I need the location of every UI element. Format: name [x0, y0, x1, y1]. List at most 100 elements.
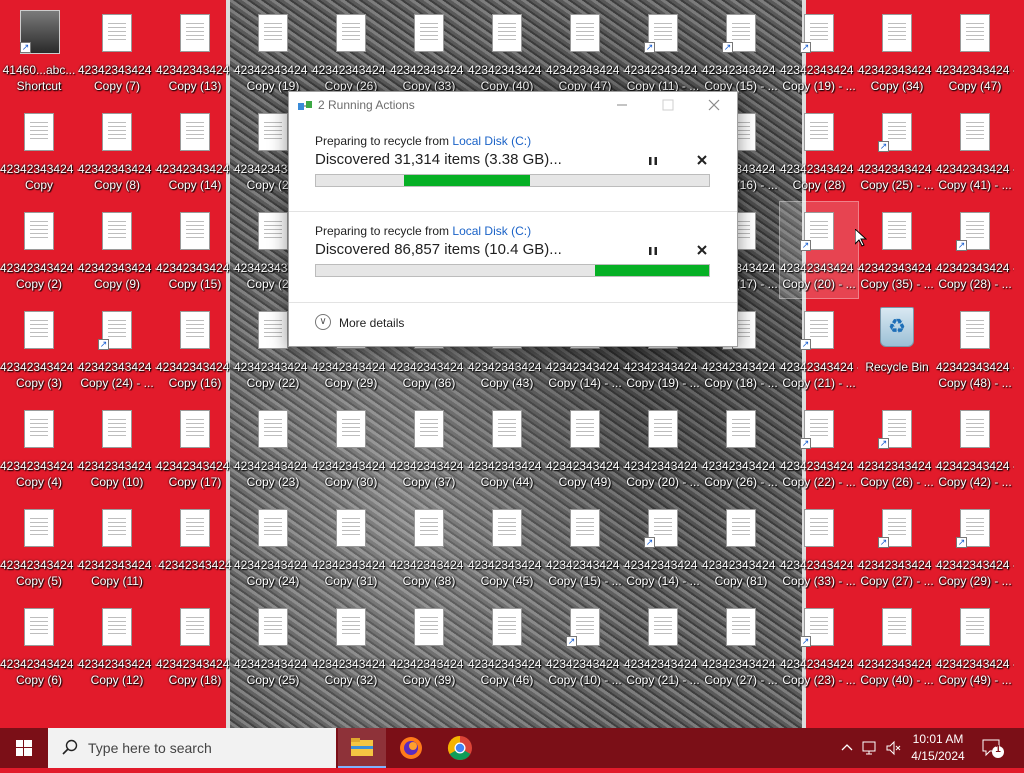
close-button[interactable]: [691, 92, 737, 120]
start-button[interactable]: [0, 728, 48, 768]
desktop-icon[interactable]: 42342343424 - Copy (16): [156, 301, 234, 397]
desktop-icon[interactable]: 42342343424 - Copy (11): [78, 499, 156, 595]
desktop-icon[interactable]: 42342343424 - Copy (14): [156, 103, 234, 199]
desktop-icon[interactable]: 42342343424 - Copy (26): [312, 4, 390, 100]
desktop-icon[interactable]: 42342343424: [156, 499, 234, 595]
desktop-icon[interactable]: ↗ 42342343424 - Copy (21) - ...: [780, 301, 858, 397]
desktop-icon[interactable]: ↗ 42342343424 - Copy (15) - ...: [702, 4, 780, 100]
source-drive-link[interactable]: Local Disk (C:): [452, 224, 531, 238]
desktop-icon[interactable]: 42342343424 - Copy (6): [0, 598, 78, 694]
desktop-icon[interactable]: ↗ 42342343424 - Copy (14) - ...: [624, 499, 702, 595]
desktop-icon[interactable]: 42342343424 - Copy (45): [468, 499, 546, 595]
desktop-icon[interactable]: 42342343424 - Copy (12): [78, 598, 156, 694]
recycle-bin[interactable]: ♻ Recycle Bin: [858, 301, 936, 397]
desktop-icon[interactable]: ↗ 42342343424 - Copy (25) - ...: [858, 103, 936, 199]
desktop-icon[interactable]: 42342343424 - Copy (47): [936, 4, 1014, 100]
desktop-icon[interactable]: 42342343424 - Copy (35) - ...: [858, 202, 936, 298]
desktop-icon[interactable]: 42342343424 - Copy (15) - ...: [546, 499, 624, 595]
document-file-icon: [648, 410, 678, 448]
taskbar-firefox[interactable]: [387, 728, 435, 768]
maximize-icon: [662, 99, 674, 111]
desktop-icon[interactable]: 42342343424 - Copy (24): [234, 499, 312, 595]
desktop-icon[interactable]: 42342343424 - Copy (44): [468, 400, 546, 496]
desktop-icon[interactable]: 42342343424 - Copy (5): [0, 499, 78, 595]
desktop-icon[interactable]: 42342343424 - Copy (15): [156, 202, 234, 298]
desktop-icon[interactable]: 42342343424 - Copy (4): [0, 400, 78, 496]
desktop-icon[interactable]: 42342343424 - Copy (25): [234, 598, 312, 694]
desktop-icon[interactable]: 42342343424 - Copy (42) - ...: [936, 400, 1014, 496]
document-file-icon: [102, 608, 132, 646]
desktop-icon[interactable]: 42342343424 - Copy (8): [78, 103, 156, 199]
desktop-icon[interactable]: 42342343424 - Copy (7): [78, 4, 156, 100]
volume-muted-icon[interactable]: [885, 740, 903, 756]
desktop-icon[interactable]: 42342343424 - Copy: [0, 103, 78, 199]
taskbar-file-explorer[interactable]: [338, 728, 386, 768]
desktop-icon[interactable]: 42342343424 - Copy (46): [468, 598, 546, 694]
desktop-icon[interactable]: 42342343424 - Copy (28): [780, 103, 858, 199]
notification-center-button[interactable]: 1: [982, 738, 1004, 758]
desktop-icon[interactable]: ↗ 42342343424 - Copy (11) - ...: [624, 4, 702, 100]
desktop-icon[interactable]: 42342343424 - Copy (3): [0, 301, 78, 397]
desktop-icon[interactable]: 42342343424 - Copy (26) - ...: [702, 400, 780, 496]
desktop-icon[interactable]: ↗ 42342343424 - Copy (20) - ...: [779, 201, 859, 299]
desktop-icon-label: 42342343424 - Copy (8): [78, 162, 156, 192]
desktop-icon[interactable]: 42342343424 - Copy (17): [156, 400, 234, 496]
desktop-icon[interactable]: 42342343424 - Copy (10): [78, 400, 156, 496]
desktop-icon[interactable]: ↗ 42342343424 - Copy (10) - ...: [546, 598, 624, 694]
desktop-icon-label: 42342343424 - Copy (39): [390, 657, 468, 687]
desktop-icon[interactable]: 42342343424 - Copy (49) - ...: [936, 598, 1014, 694]
maximize-button[interactable]: [645, 92, 691, 120]
desktop-icon[interactable]: 42342343424 - Copy (40): [468, 4, 546, 100]
desktop-icon[interactable]: 42342343424 - Copy (48) - ...: [936, 301, 1014, 397]
desktop-icon[interactable]: ↗ 41460...abc... Shortcut: [0, 4, 78, 100]
desktop-icon[interactable]: 42342343424 - Copy (21) - ...: [624, 598, 702, 694]
dialog-titlebar[interactable]: 2 Running Actions: [289, 92, 737, 120]
desktop-icon[interactable]: 42342343424 - Copy (30): [312, 400, 390, 496]
chevron-up-icon[interactable]: [840, 740, 854, 754]
desktop-icon[interactable]: 42342343424 - Copy (32): [312, 598, 390, 694]
desktop-icon[interactable]: 42342343424 - Copy (31): [312, 499, 390, 595]
network-icon[interactable]: [862, 740, 880, 756]
pause-icon[interactable]: [646, 154, 660, 168]
document-file-icon: [336, 509, 366, 547]
desktop-icon[interactable]: 42342343424 - Copy (47): [546, 4, 624, 100]
desktop-icon[interactable]: 42342343424 - Copy (2): [0, 202, 78, 298]
desktop-icon-label: 42342343424 - Copy (26) - ...: [858, 459, 936, 489]
desktop-icon[interactable]: 42342343424 - Copy (37): [390, 400, 468, 496]
desktop-icon[interactable]: 42342343424 - Copy (39): [390, 598, 468, 694]
desktop-icon[interactable]: ↗ 42342343424 - Copy (24) - ...: [78, 301, 156, 397]
desktop-icon[interactable]: 42342343424 - Copy (19): [234, 4, 312, 100]
desktop-icon[interactable]: 42342343424 - Copy (40) - ...: [858, 598, 936, 694]
desktop-icon[interactable]: 42342343424 - Copy (49): [546, 400, 624, 496]
desktop-icon[interactable]: 42342343424 - Copy (33): [390, 4, 468, 100]
desktop-icon[interactable]: 42342343424 - Copy (27) - ...: [702, 598, 780, 694]
desktop-icon[interactable]: ↗ 42342343424 - Copy (26) - ...: [858, 400, 936, 496]
desktop-icon-label: 42342343424 - Copy (22) - ...: [780, 459, 858, 489]
taskbar-chrome[interactable]: [436, 728, 484, 768]
desktop-icon[interactable]: 42342343424 - Copy (34): [858, 4, 936, 100]
document-file-icon: [414, 509, 444, 547]
desktop-icon[interactable]: ↗ 42342343424 - Copy (22) - ...: [780, 400, 858, 496]
desktop-icon[interactable]: ↗ 42342343424 - Copy (19) - ...: [780, 4, 858, 100]
desktop-icon[interactable]: ↗ 42342343424 - Copy (28) - ...: [936, 202, 1014, 298]
desktop-icon[interactable]: 42342343424 - Copy (18): [156, 598, 234, 694]
desktop-icon[interactable]: 42342343424 - Copy (23): [234, 400, 312, 496]
desktop-icon[interactable]: 42342343424 - Copy (9): [78, 202, 156, 298]
desktop-icon[interactable]: ↗ 42342343424 - Copy (23) - ...: [780, 598, 858, 694]
desktop-icon[interactable]: 42342343424 - Copy (41) - ...: [936, 103, 1014, 199]
desktop-icon[interactable]: ↗ 42342343424 - Copy (29) - ...: [936, 499, 1014, 595]
desktop-icon[interactable]: 42342343424 - Copy (33) - ...: [780, 499, 858, 595]
search-box[interactable]: Type here to search: [48, 728, 336, 768]
desktop-icon[interactable]: 42342343424 - Copy (81): [702, 499, 780, 595]
desktop-icon[interactable]: 42342343424 - Copy (38): [390, 499, 468, 595]
cancel-icon[interactable]: [694, 242, 710, 258]
minimize-button[interactable]: [599, 92, 645, 120]
source-drive-link[interactable]: Local Disk (C:): [452, 134, 531, 148]
desktop-icon[interactable]: 42342343424 - Copy (13): [156, 4, 234, 100]
cancel-icon[interactable]: [694, 152, 710, 168]
pause-icon[interactable]: [646, 244, 660, 258]
desktop-icon[interactable]: 42342343424 - Copy (20) - ...: [624, 400, 702, 496]
desktop-icon-label: 42342343424 - Copy (7): [78, 63, 156, 93]
clock[interactable]: 10:01 AM 4/15/2024: [906, 731, 970, 765]
desktop-icon[interactable]: ↗ 42342343424 - Copy (27) - ...: [858, 499, 936, 595]
